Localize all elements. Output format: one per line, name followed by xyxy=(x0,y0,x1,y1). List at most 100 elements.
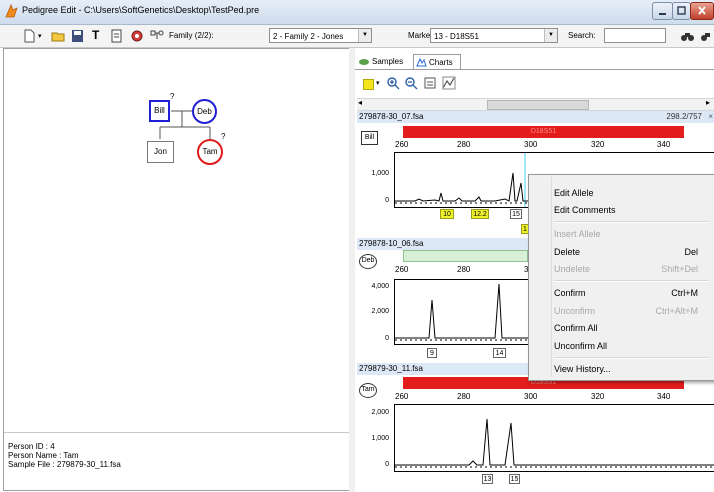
scroll-right-icon[interactable]: ▸ xyxy=(706,98,710,107)
allele-value: 13 xyxy=(483,476,492,483)
x-tick: 340 xyxy=(657,140,671,149)
close-icon[interactable]: × xyxy=(708,111,713,123)
minimize-icon[interactable] xyxy=(652,2,673,20)
allele-value: 1 xyxy=(523,226,527,233)
tab-label: Charts xyxy=(429,58,453,67)
properties-icon[interactable] xyxy=(109,29,124,43)
menu-item-view-history[interactable]: View History... xyxy=(554,363,712,375)
allele-value: 12.2 xyxy=(473,211,487,218)
x-tick: 260 xyxy=(395,265,409,274)
color-icon[interactable] xyxy=(363,79,374,90)
find-next-icon[interactable] xyxy=(700,29,712,43)
charts-icon xyxy=(416,57,427,67)
electropherogram-plot[interactable] xyxy=(394,404,714,472)
y-tick: 1,000 xyxy=(371,435,389,442)
menu-item-insert-allele[interactable]: Insert Allele xyxy=(554,228,712,240)
menu-item-label: Confirm xyxy=(554,288,586,298)
info-divider xyxy=(4,432,349,433)
settings-icon[interactable] xyxy=(130,29,145,43)
allele-label[interactable]: 9 xyxy=(427,348,437,358)
unknown-mark: ? xyxy=(170,92,175,101)
allele-label[interactable]: 14 xyxy=(493,348,506,358)
family-select[interactable]: 2 - Family 2 - Jones ▼ xyxy=(269,28,372,43)
new-icon[interactable] xyxy=(22,29,37,43)
y-tick: 0 xyxy=(385,335,389,342)
allele-value: 15 xyxy=(510,476,519,483)
pane-splitter[interactable] xyxy=(349,48,355,492)
menu-gutter xyxy=(551,177,552,377)
allele-value: 15 xyxy=(512,211,520,218)
trace xyxy=(395,418,714,468)
x-tick: 320 xyxy=(591,392,605,401)
menu-item-edit-comments[interactable]: Edit Comments xyxy=(554,204,712,216)
menu-item-unconfirm-all[interactable]: Unconfirm All xyxy=(554,340,712,352)
individual-icon-deb: Deb xyxy=(359,254,377,269)
text-icon[interactable]: T xyxy=(92,28,107,42)
pedigree-node-deb[interactable]: Deb xyxy=(192,99,217,124)
menu-item-label: Unconfirm All xyxy=(554,341,608,351)
pedigree-node-tam[interactable]: Tam xyxy=(197,139,223,165)
marker-select-value: 13 - D18S51 xyxy=(434,32,479,41)
menu-item-label: Undelete xyxy=(554,264,591,274)
search-input[interactable] xyxy=(604,28,666,43)
sample-file-name: 279879-30_11.fsa xyxy=(359,364,423,373)
allele-label[interactable]: 15 xyxy=(510,209,522,219)
horizontal-scrollbar[interactable]: ◂ ▸ xyxy=(357,98,714,111)
menu-separator xyxy=(554,357,709,359)
individual-label: Tam xyxy=(361,386,375,393)
scroll-thumb[interactable] xyxy=(487,100,589,110)
individual-icon-bill: Bill xyxy=(361,131,378,145)
marker-bar[interactable] xyxy=(403,250,528,262)
menu-item-confirm[interactable]: Confirm Ctrl+M xyxy=(554,287,712,299)
samples-icon xyxy=(359,59,369,65)
menu-item-delete[interactable]: Delete Del xyxy=(554,246,712,258)
allele-value: 9 xyxy=(430,350,434,357)
menu-item-label: View History... xyxy=(554,364,611,374)
export-icon[interactable] xyxy=(423,76,437,90)
menu-item-shortcut: Del xyxy=(684,247,698,257)
zoom-in-icon[interactable] xyxy=(386,76,400,90)
pedigree-icon[interactable] xyxy=(150,29,165,43)
allele-label[interactable]: 13 xyxy=(482,474,493,484)
x-tick: 280 xyxy=(457,140,471,149)
y-tick: 2,000 xyxy=(371,308,389,315)
binoculars-icon[interactable] xyxy=(680,29,695,43)
open-folder-icon[interactable] xyxy=(51,29,66,43)
menu-item-unconfirm[interactable]: Unconfirm Ctrl+Alt+M xyxy=(554,305,712,317)
save-icon[interactable] xyxy=(70,29,85,43)
marker-bar[interactable]: D18S51 xyxy=(403,126,684,138)
dropdown-arrow-icon[interactable]: ▾ xyxy=(38,32,46,46)
main-toolbar: ▾ T Family (2/2): 2 - Family 2 - Jones ▼… xyxy=(0,25,714,48)
dropdown-arrow-icon[interactable]: ▾ xyxy=(376,79,380,87)
allele-value: 14 xyxy=(495,350,504,357)
chart-settings-icon[interactable] xyxy=(442,76,456,90)
family-select-value: 2 - Family 2 - Jones xyxy=(273,32,344,41)
tab-samples[interactable]: Samples xyxy=(357,54,412,69)
menu-item-undelete[interactable]: Undelete Shift+Del xyxy=(554,263,712,275)
menu-item-shortcut: Ctrl+M xyxy=(671,288,698,298)
chart-toolbar: ▾ xyxy=(355,73,714,95)
menu-separator xyxy=(554,280,709,282)
scroll-left-icon[interactable]: ◂ xyxy=(358,98,362,107)
allele-label[interactable]: 15 xyxy=(509,474,520,484)
sample-file-name: 279878-10_06.fsa xyxy=(359,239,424,248)
node-label: Tam xyxy=(202,147,218,156)
maximize-icon[interactable] xyxy=(672,2,691,20)
unknown-mark: ? xyxy=(221,132,226,141)
tab-charts[interactable]: Charts xyxy=(413,54,461,69)
menu-item-label: Insert Allele xyxy=(554,229,601,239)
close-icon[interactable] xyxy=(690,2,714,20)
chevron-down-icon[interactable]: ▼ xyxy=(358,29,371,42)
menu-item-edit-allele[interactable]: Edit Allele xyxy=(554,187,712,199)
x-tick: 340 xyxy=(657,392,671,401)
menu-item-shortcut: Ctrl+Alt+M xyxy=(655,306,698,316)
menu-item-confirm-all[interactable]: Confirm All xyxy=(554,322,712,334)
zoom-out-icon[interactable] xyxy=(404,76,418,90)
allele-label[interactable]: 10 xyxy=(440,209,454,219)
sample-header[interactable]: 279878-30_07.fsa 298.2/757 × xyxy=(357,111,714,123)
pedigree-node-jon[interactable]: Jon xyxy=(147,141,174,163)
allele-label[interactable]: 12.2 xyxy=(471,209,489,219)
marker-select[interactable]: 13 - D18S51 ▼ xyxy=(430,28,558,43)
pedigree-node-bill[interactable]: Bill xyxy=(149,100,170,122)
chevron-down-icon[interactable]: ▼ xyxy=(544,29,557,42)
